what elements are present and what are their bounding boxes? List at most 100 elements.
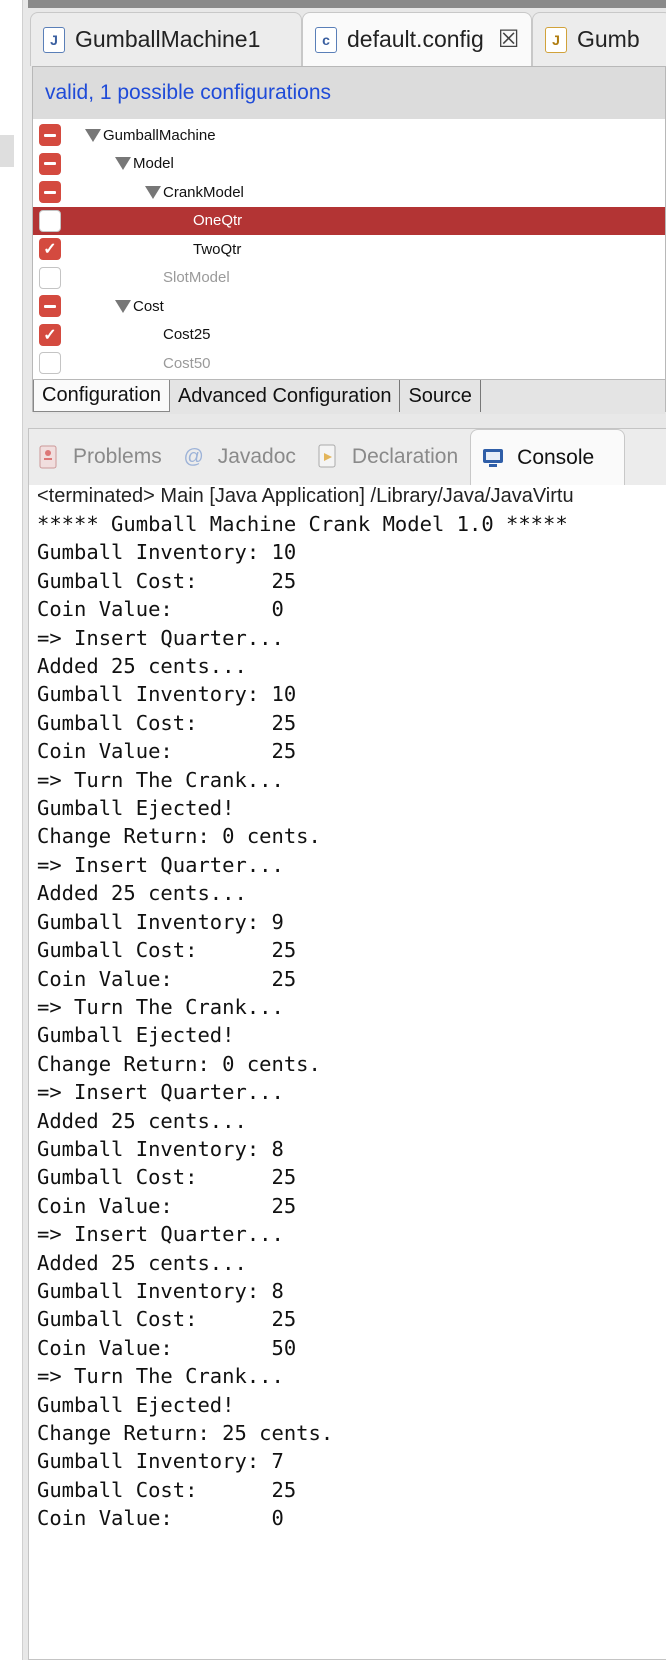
config-status-text: valid, 1 possible configurations (45, 81, 332, 104)
console-line: Gumball Cost: 25 (37, 1307, 297, 1332)
console-line: Coin Value: 50 (37, 1335, 297, 1360)
tab-label: Console (517, 445, 595, 469)
expand-triangle-icon[interactable] (145, 185, 161, 199)
feature-checkbox[interactable] (39, 266, 61, 289)
feature-checkbox[interactable] (39, 152, 61, 175)
console-line: Gumball Ejected! (37, 1392, 235, 1417)
editor-tab-label: default.config (347, 26, 484, 52)
console-line: => Turn The Crank... (37, 767, 284, 792)
console-line: Coin Value: 25 (37, 1193, 297, 1218)
console-line: Change Return: 25 cents. (37, 1421, 334, 1445)
console-line: Change Return: 0 cents. (37, 824, 321, 849)
tab-console[interactable]: Console (470, 429, 626, 485)
left-panel-marker (0, 135, 14, 167)
expand-triangle-icon[interactable] (115, 299, 131, 313)
java-file-icon: J (43, 26, 65, 53)
feature-label: Cost25 (163, 326, 211, 344)
tab-declaration[interactable]: Declaration (316, 443, 458, 471)
console-line: Coin Value: 25 (37, 739, 297, 764)
tab-source[interactable]: Source (400, 380, 481, 412)
console-line: Gumball Ejected! (37, 1023, 235, 1048)
console-line: Change Return: 0 cents. (37, 1051, 321, 1076)
tab-problems[interactable]: Problems (37, 443, 162, 471)
console-line: Gumball Cost: 25 (37, 938, 297, 963)
console-line: Coin Value: 0 (37, 1506, 284, 1531)
console-line: Gumball Inventory: 9 (37, 909, 284, 934)
editor-tab-default-config[interactable]: c default.config ☒ (302, 12, 532, 66)
console-line: Added 25 cents... (37, 654, 247, 679)
feature-checkbox-checked[interactable]: ✓ (39, 238, 61, 261)
feature-checkbox[interactable] (39, 181, 61, 204)
console-line: Added 25 cents... (37, 881, 247, 906)
editor-tab-bar: J GumballMachine1 c default.config ☒ J G… (30, 12, 666, 68)
left-panel-edge (0, 0, 23, 1660)
console-line: => Insert Quarter... (37, 1080, 284, 1105)
console-line: => Insert Quarter... (37, 1222, 284, 1247)
tree-row[interactable]: Cost (33, 292, 665, 321)
tree-row[interactable]: GumballMachine (33, 121, 665, 150)
feature-label: SlotModel (163, 269, 230, 287)
feature-checkbox[interactable] (39, 352, 61, 375)
config-file-icon: c (315, 26, 337, 53)
console-process-header: <terminated> Main [Java Application] /Li… (37, 485, 574, 507)
tree-row[interactable]: Cost50 (33, 349, 665, 378)
problems-icon (37, 443, 61, 471)
console-line: Gumball Cost: 25 (37, 1477, 297, 1502)
tab-label: Javadoc (217, 445, 296, 468)
editor-tab-label: Gumb (577, 26, 640, 52)
console-line: Added 25 cents... (37, 1250, 247, 1275)
console-line: Gumball Inventory: 8 (37, 1278, 284, 1303)
feature-label: CrankModel (163, 183, 244, 201)
tree-row[interactable]: ✓ Cost25 (33, 321, 665, 350)
tab-javadoc[interactable]: @ Javadoc (182, 443, 296, 471)
feature-label: Cost (133, 297, 164, 315)
expand-triangle-icon[interactable] (85, 128, 101, 142)
console-line: Added 25 cents... (37, 1108, 247, 1133)
tree-row[interactable]: ✓ TwoQtr (33, 235, 665, 264)
console-line: Coin Value: 0 (37, 597, 284, 622)
java-file-warning-icon: J (545, 26, 567, 53)
editor-tab-gumballmachine1[interactable]: J GumballMachine1 (30, 12, 302, 66)
editor-tab-label: GumballMachine1 (75, 26, 261, 52)
console-line: => Turn The Crank... (37, 1364, 284, 1389)
feature-label: Cost50 (163, 354, 211, 372)
tree-row-selected[interactable]: OneQtr (33, 206, 665, 235)
console-line: Gumball Cost: 25 (37, 710, 297, 735)
feature-checkbox[interactable] (39, 209, 61, 232)
tab-label: Problems (73, 445, 162, 468)
console-line: Coin Value: 25 (37, 966, 297, 991)
feature-tree: GumballMachine Model CrankModel OneQtr ✓… (33, 121, 665, 378)
feature-label: OneQtr (193, 212, 243, 230)
tree-row[interactable]: SlotModel (33, 264, 665, 293)
console-line: Gumball Inventory: 10 (37, 682, 297, 707)
editor-page-tabs: Configuration Advanced Configuration Sou… (33, 379, 665, 414)
console-output[interactable]: ***** Gumball Machine Crank Model 1.0 **… (37, 510, 568, 1533)
tree-row[interactable]: CrankModel (33, 178, 665, 207)
window-top-border (28, 0, 666, 8)
console-line: => Insert Quarter... (37, 852, 284, 877)
tab-configuration[interactable]: Configuration (33, 380, 170, 412)
console-line: => Turn The Crank... (37, 994, 284, 1019)
console-line: Gumball Inventory: 10 (37, 540, 297, 565)
console-view-panel: Problems @ Javadoc Declaration Console <… (28, 428, 666, 1660)
config-status-bar: valid, 1 possible configurations (33, 67, 665, 119)
console-line: Gumball Cost: 25 (37, 568, 297, 593)
tab-advanced-configuration[interactable]: Advanced Configuration (170, 380, 401, 412)
feature-checkbox-checked[interactable]: ✓ (39, 323, 61, 346)
console-line: Gumball Inventory: 7 (37, 1449, 284, 1474)
console-line: Gumball Cost: 25 (37, 1165, 297, 1190)
tree-row[interactable]: Model (33, 150, 665, 179)
configuration-editor: valid, 1 possible configurations Gumball… (32, 66, 666, 414)
javadoc-icon: @ (183, 445, 204, 468)
feature-checkbox[interactable] (39, 295, 61, 318)
console-line: Gumball Inventory: 8 (37, 1136, 284, 1161)
close-tab-icon[interactable]: ☒ (498, 25, 520, 54)
editor-tab-gumb[interactable]: J Gumb (532, 12, 666, 66)
feature-checkbox[interactable] (39, 124, 61, 147)
feature-label: Model (133, 155, 174, 173)
console-icon (481, 444, 505, 472)
console-line: Gumball Ejected! (37, 796, 235, 821)
expand-triangle-icon[interactable] (115, 157, 131, 171)
feature-label: TwoQtr (193, 240, 242, 258)
console-line: => Insert Quarter... (37, 625, 284, 650)
